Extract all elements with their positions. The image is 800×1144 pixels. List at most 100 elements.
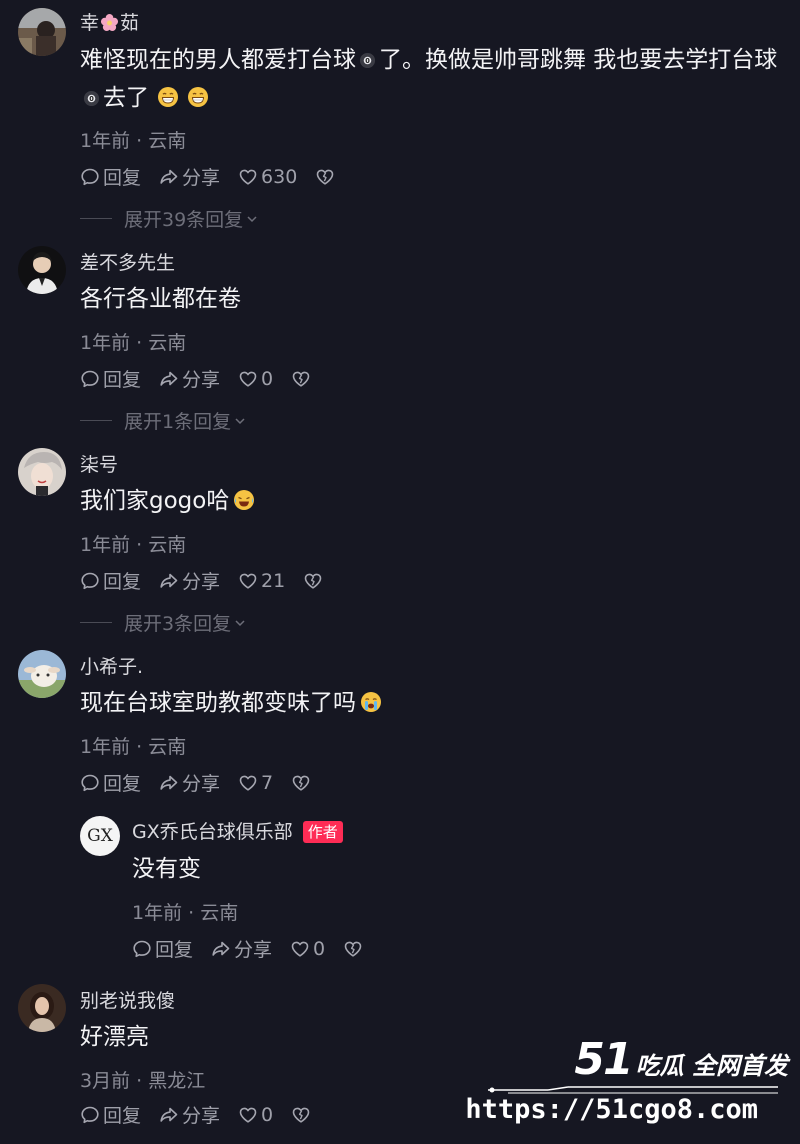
comment-text-part: 了。换做是帅哥跳舞 我也要去学打台球	[379, 47, 778, 73]
share-button[interactable]: 分享	[159, 1101, 220, 1128]
share-button[interactable]: 分享	[159, 163, 220, 190]
avatar[interactable]	[18, 246, 66, 294]
heart-icon	[238, 1105, 258, 1125]
share-button[interactable]: 分享	[159, 365, 220, 392]
chevron-down-icon	[245, 212, 259, 226]
share-icon	[211, 939, 231, 959]
reply-button[interactable]: 回复	[132, 935, 193, 962]
expand-replies-button[interactable]: 展开1条回复	[80, 407, 247, 434]
comment-actions: 回复 分享 0	[80, 1101, 329, 1128]
divider	[80, 622, 112, 623]
reply-icon	[80, 167, 100, 187]
dislike-button[interactable]	[343, 939, 363, 959]
comment-text: 我们家gogo哈	[80, 482, 786, 520]
avatar[interactable]: GX	[80, 816, 120, 856]
like-button[interactable]: 0	[238, 368, 273, 390]
comment-text-part: 现在台球室助教都变味了吗	[80, 690, 356, 716]
dislike-button[interactable]	[291, 369, 311, 389]
avatar[interactable]	[18, 984, 66, 1032]
like-button[interactable]: 7	[238, 772, 273, 794]
expand-replies-button[interactable]: 展开3条回复	[80, 609, 247, 636]
laughing-crying-emoji-icon	[233, 489, 255, 511]
comment-text-part: 去了	[103, 85, 149, 111]
username-text: GX乔氏台球俱乐部	[132, 821, 293, 843]
reply-button[interactable]: 回复	[80, 769, 141, 796]
avatar[interactable]	[18, 448, 66, 496]
chevron-down-icon	[233, 616, 247, 630]
share-label: 分享	[182, 1105, 221, 1127]
reply-label: 回复	[103, 773, 142, 795]
heart-icon	[290, 939, 310, 959]
divider	[80, 420, 112, 421]
dislike-button[interactable]	[291, 1105, 311, 1125]
share-button[interactable]: 分享	[159, 567, 220, 594]
watermark-brand-text: 吃瓜 全网首发	[635, 1052, 788, 1080]
comment-username[interactable]: 幸茹	[80, 8, 139, 35]
like-count: 0	[261, 367, 274, 390]
comment-meta: 1年前 · 云南	[80, 736, 187, 758]
comment-actions: 回复 分享 0	[80, 365, 329, 392]
share-label: 分享	[234, 939, 273, 961]
broken-heart-icon	[291, 369, 311, 389]
comment-meta: 1年前 · 云南	[132, 902, 239, 924]
expand-label: 展开1条回复	[124, 411, 232, 433]
broken-heart-icon	[291, 1105, 311, 1125]
crying-emoji-icon	[360, 691, 382, 713]
reply-icon	[80, 773, 100, 793]
like-button[interactable]: 630	[238, 166, 297, 188]
share-label: 分享	[182, 571, 221, 593]
like-button[interactable]: 0	[290, 938, 325, 960]
like-count: 0	[261, 1103, 274, 1126]
comment-username[interactable]: GX乔氏台球俱乐部 作者	[132, 817, 343, 844]
heart-icon	[238, 571, 258, 591]
broken-heart-icon	[291, 773, 311, 793]
comment-username[interactable]: 别老说我傻	[80, 986, 175, 1013]
comment-actions: 回复 分享 0	[132, 935, 381, 962]
share-icon	[159, 1105, 179, 1125]
reply-icon	[80, 571, 100, 591]
circuit-line-decoration	[488, 1086, 778, 1094]
comment-actions: 回复 分享 7	[80, 769, 329, 796]
like-button[interactable]: 21	[238, 570, 285, 592]
dislike-button[interactable]	[315, 167, 335, 187]
avatar[interactable]	[18, 650, 66, 698]
dislike-button[interactable]	[303, 571, 323, 591]
watermark-url: https://51cgo8.com	[465, 1094, 758, 1125]
like-count: 21	[261, 569, 286, 592]
like-button[interactable]: 0	[238, 1104, 273, 1126]
avatar[interactable]	[18, 8, 66, 56]
comment-username[interactable]: 柒号	[80, 450, 118, 477]
comment-actions: 回复 分享 21	[80, 567, 341, 594]
broken-heart-icon	[315, 167, 335, 187]
username-text: 幸	[80, 12, 100, 34]
reply-icon	[132, 939, 152, 959]
comment-text: 现在台球室助教都变味了吗	[80, 684, 786, 722]
share-button[interactable]: 分享	[159, 769, 220, 796]
reply-button[interactable]: 回复	[80, 163, 141, 190]
comment-text: 各行各业都在卷	[80, 286, 241, 312]
comment-username[interactable]: 小希子.	[80, 652, 143, 679]
reply-label: 回复	[103, 369, 142, 391]
expand-label: 展开39条回复	[124, 209, 244, 231]
dislike-button[interactable]	[291, 773, 311, 793]
share-label: 分享	[182, 167, 221, 189]
grin-emoji-icon	[187, 86, 209, 108]
reply-label: 回复	[103, 167, 142, 189]
share-icon	[159, 773, 179, 793]
reply-button[interactable]: 回复	[80, 567, 141, 594]
expand-replies-button[interactable]: 展开39条回复	[80, 205, 259, 232]
watermark: 51 吃瓜 全网首发 https://51cgo8.com	[465, 1034, 788, 1134]
share-button[interactable]: 分享	[211, 935, 272, 962]
like-count: 7	[261, 771, 274, 794]
comment-username[interactable]: 差不多先生	[80, 248, 175, 275]
comment-text: 难怪现在的男人都爱打台球 了。换做是帅哥跳舞 我也要去学打台球去了	[80, 41, 786, 117]
comment-meta: 1年前 · 云南	[80, 332, 187, 354]
reply-button[interactable]: 回复	[80, 365, 141, 392]
share-icon	[159, 571, 179, 591]
share-label: 分享	[182, 773, 221, 795]
comment-meta: 3月前 · 黑龙江	[80, 1070, 206, 1092]
reply-icon	[80, 369, 100, 389]
divider	[80, 218, 112, 219]
billiard-ball-icon	[359, 52, 376, 69]
reply-button[interactable]: 回复	[80, 1101, 141, 1128]
